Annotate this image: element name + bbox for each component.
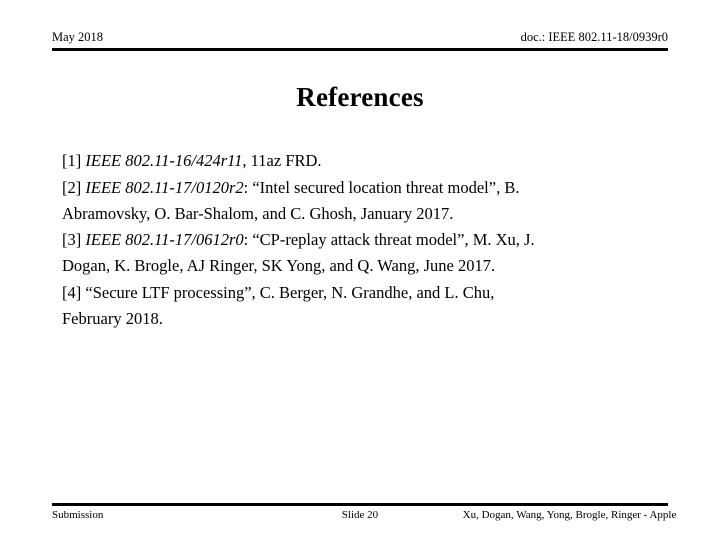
slide-footer: Submission Slide 20 Xu, Dogan, Wang, Yon… (52, 503, 676, 525)
reference-suffix: : “CP-replay attack threat model”, M. Xu… (243, 230, 535, 250)
footer-slide-number: Slide 20 (341, 509, 379, 521)
page-title: References (296, 82, 424, 112)
reference-suffix: : “Intel secured location threat model”,… (243, 177, 520, 197)
footer-divider (52, 503, 668, 506)
reference-entry-3: [3] IEEE 802.11-17/0612r0: “CP-replay at… (62, 227, 674, 279)
slide-page: May 2018 doc.: IEEE 802.11-18/0939r0 Ref… (0, 0, 720, 540)
reference-line: February 2018. (62, 308, 163, 328)
reference-prefix: [2] (62, 177, 86, 197)
reference-suffix: , 11az FRD. (242, 151, 322, 170)
slide-header: May 2018 doc.: IEEE 802.11-18/0939r0 (52, 30, 668, 51)
reference-doc-number: IEEE 802.11-16/424r11 (85, 151, 243, 170)
reference-line: Dogan, K. Brogle, AJ Ringer, SK Yong, an… (62, 256, 496, 276)
reference-prefix: [3] (62, 230, 86, 250)
reference-line: Abramovsky, O. Bar-Shalom, and C. Ghosh,… (62, 203, 454, 223)
reference-line: [3] IEEE 802.11-17/0612r0: “CP-replay at… (62, 227, 674, 253)
references-list: [1] IEEE 802.11-16/424r11, 11az FRD. [2]… (62, 148, 674, 332)
reference-entry-1: [1] IEEE 802.11-16/424r11, 11az FRD. (62, 148, 674, 174)
reference-line: [4] “Secure LTF processing”, C. Berger, … (62, 282, 495, 302)
footer-submission-label: Submission (52, 509, 104, 521)
reference-prefix: [1] (62, 151, 86, 170)
footer-row: Submission Slide 20 Xu, Dogan, Wang, Yon… (52, 508, 676, 522)
header-doc-number: doc.: IEEE 802.11-18/0939r0 (520, 30, 668, 44)
reference-entry-2: [2] IEEE 802.11-17/0120r2: “Intel secure… (62, 175, 674, 227)
reference-entry-4: [4] “Secure LTF processing”, C. Berger, … (62, 280, 674, 332)
reference-doc-number: IEEE 802.11-17/0612r0 (85, 230, 244, 250)
reference-line: [2] IEEE 802.11-17/0120r2: “Intel secure… (62, 175, 674, 201)
header-date: May 2018 (52, 30, 104, 44)
header-row: May 2018 doc.: IEEE 802.11-18/0939r0 (52, 30, 668, 45)
footer-authors: Xu, Dogan, Wang, Yong, Brogle, Ringer - … (462, 509, 677, 521)
reference-doc-number: IEEE 802.11-17/0120r2 (85, 177, 244, 197)
header-divider (52, 48, 668, 51)
reference-line: [1] IEEE 802.11-16/424r11, 11az FRD. (62, 148, 674, 174)
